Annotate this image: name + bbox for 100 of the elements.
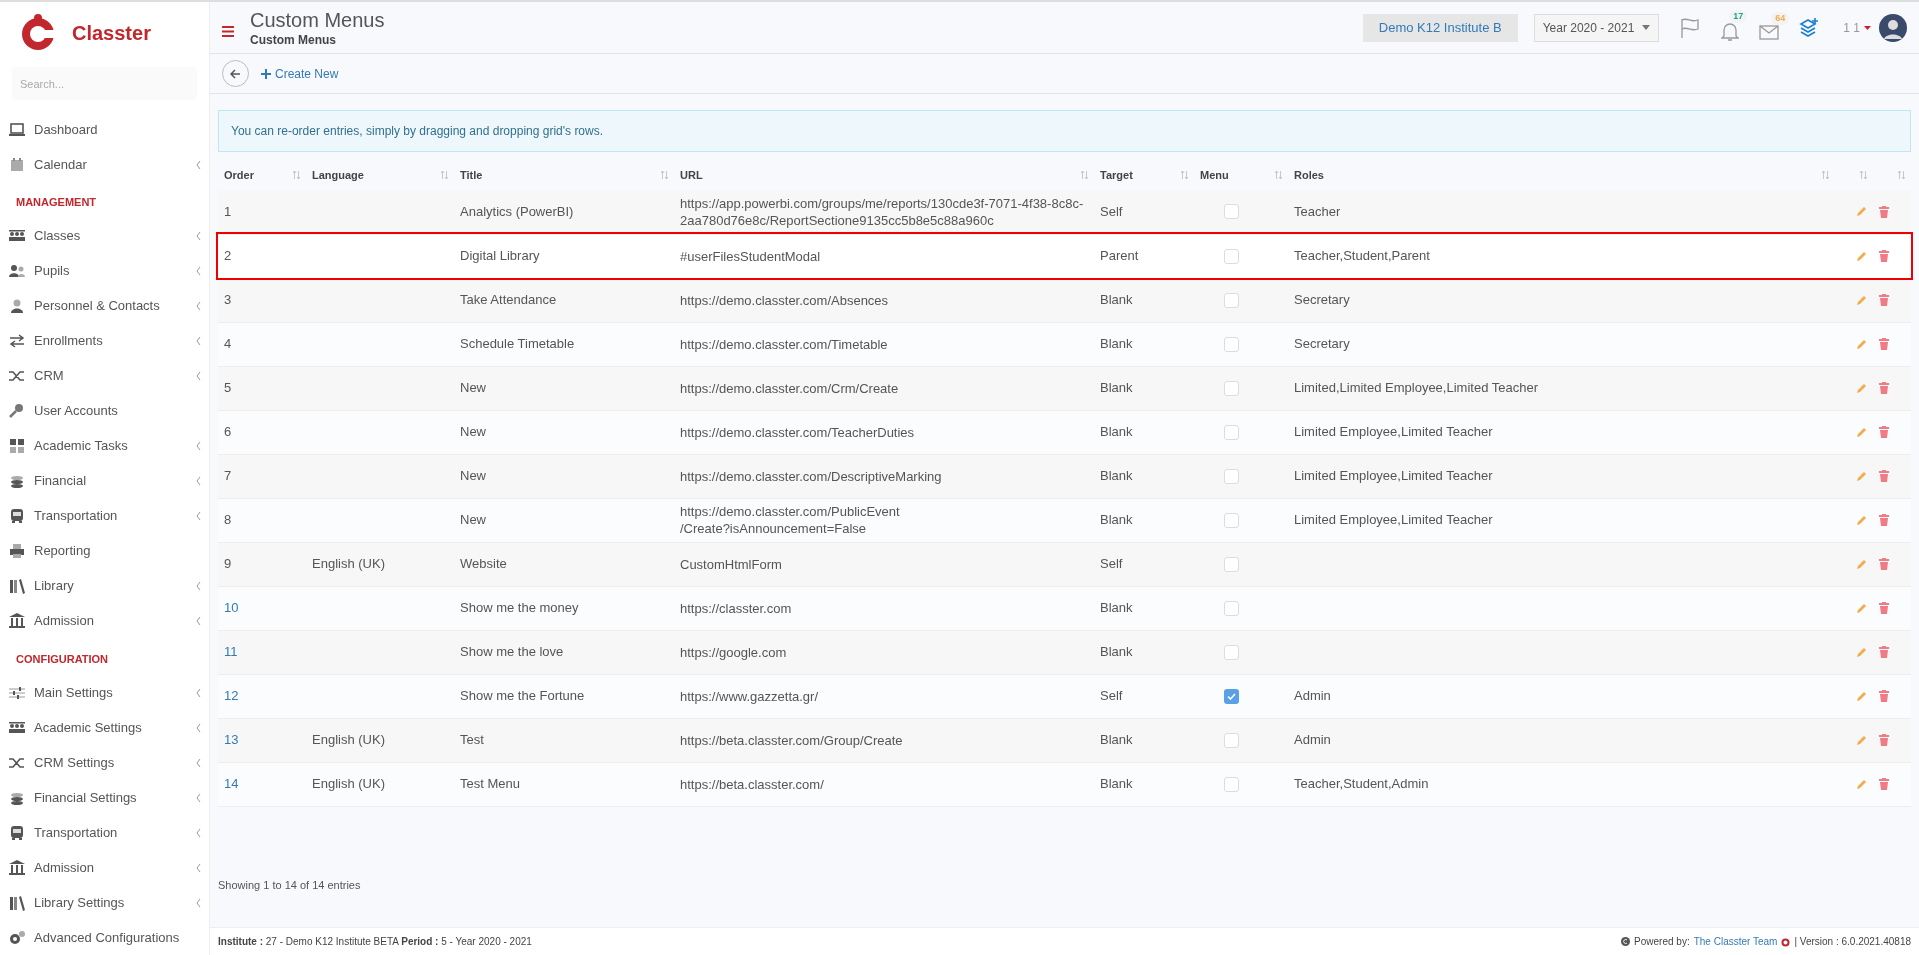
- chevron-left-icon: [196, 267, 201, 275]
- search-field[interactable]: Search...: [12, 67, 197, 100]
- menu-checkbox[interactable]: [1224, 556, 1239, 572]
- sidebar-item[interactable]: Enrollments: [0, 323, 209, 359]
- institute-button[interactable]: Demo K12 Institute B: [1362, 13, 1518, 42]
- pencil-icon[interactable]: [1856, 294, 1867, 306]
- target-cell: Parent: [1100, 248, 1139, 264]
- pencil-icon[interactable]: [1856, 382, 1867, 394]
- sidebar-item[interactable]: User Accounts: [0, 393, 209, 429]
- url-cell: https://demo.classter.com/Absences: [680, 292, 889, 308]
- pencil-icon[interactable]: [1856, 778, 1867, 790]
- sidebar-item[interactable]: Pupils: [0, 253, 209, 289]
- pencil-icon[interactable]: [1856, 206, 1867, 218]
- sidebar-item[interactable]: Advanced Configurations: [0, 920, 209, 955]
- sidebar-item[interactable]: CRM Settings: [0, 745, 209, 780]
- trash-icon[interactable]: [1879, 205, 1889, 218]
- url-cell: https://www.gazzetta.gr/: [680, 688, 818, 704]
- column-header[interactable]: Menu: [1200, 166, 1229, 184]
- sidebar-item[interactable]: CRM: [0, 358, 209, 394]
- sidebar-item[interactable]: Personnel & Contacts: [0, 288, 209, 324]
- sidebar-item[interactable]: Academic Settings: [0, 710, 209, 745]
- year-dropdown[interactable]: Year 2020 - 2021: [1533, 13, 1660, 42]
- trash-icon[interactable]: [1879, 778, 1889, 790]
- avatar-icon[interactable]: [1879, 13, 1907, 42]
- menu-checkbox[interactable]: [1224, 512, 1239, 528]
- sidebar-item[interactable]: Dashboard: [0, 112, 209, 147]
- section-heading: MANAGEMENT: [15, 195, 98, 210]
- chevron-left-icon: [196, 232, 201, 240]
- envelope-icon[interactable]: [1759, 23, 1780, 40]
- title-cell: Show me the love: [460, 644, 564, 660]
- url-cell: https://beta.classter.com/: [680, 776, 824, 792]
- menu-checkbox[interactable]: [1224, 688, 1239, 704]
- sidebar-item[interactable]: Classes: [0, 218, 209, 254]
- layers-plus-icon[interactable]: [1799, 17, 1820, 38]
- target-cell: Blank: [1100, 732, 1133, 748]
- pencil-icon[interactable]: [1856, 646, 1867, 658]
- menu-checkbox[interactable]: [1224, 336, 1239, 352]
- column-header[interactable]: Target: [1100, 166, 1133, 184]
- pencil-icon[interactable]: [1856, 514, 1867, 526]
- target-cell: Self: [1100, 204, 1123, 219]
- trash-icon[interactable]: [1879, 338, 1889, 350]
- sidebar-item[interactable]: Admission: [0, 850, 209, 885]
- sidebar-item[interactable]: Reporting: [0, 533, 209, 569]
- trash-icon[interactable]: [1879, 382, 1889, 394]
- sidebar-item[interactable]: Transportation: [0, 498, 209, 534]
- sidebar-item[interactable]: Admission: [0, 603, 209, 639]
- sidebar-item[interactable]: Library: [0, 568, 209, 604]
- menu-checkbox[interactable]: [1224, 292, 1239, 308]
- flag-icon[interactable]: [1679, 16, 1702, 39]
- pencil-icon[interactable]: [1856, 470, 1867, 482]
- pencil-icon[interactable]: [1856, 250, 1867, 262]
- sidebar-item[interactable]: Main Settings: [0, 675, 209, 710]
- sidebar-item[interactable]: Financial: [0, 463, 209, 499]
- sidebar-item[interactable]: Academic Tasks: [0, 428, 209, 464]
- sidebar-item[interactable]: Library Settings: [0, 885, 209, 920]
- menu-checkbox[interactable]: [1224, 644, 1239, 660]
- roles-cell: Limited Employee,Limited Teacher: [1294, 468, 1493, 484]
- trash-icon[interactable]: [1879, 558, 1889, 570]
- menu-icon[interactable]: [222, 26, 234, 37]
- menu-checkbox[interactable]: [1224, 732, 1239, 748]
- menu-checkbox[interactable]: [1224, 248, 1239, 264]
- trash-icon[interactable]: [1879, 250, 1889, 262]
- column-header[interactable]: Title: [460, 166, 483, 184]
- trash-icon[interactable]: [1879, 514, 1889, 526]
- menu-checkbox[interactable]: [1224, 380, 1239, 396]
- pencil-icon[interactable]: [1856, 734, 1867, 746]
- column-header[interactable]: Order: [224, 166, 254, 184]
- pencil-icon[interactable]: [1856, 426, 1867, 438]
- trash-icon[interactable]: [1879, 646, 1889, 658]
- pencil-icon[interactable]: [1856, 602, 1867, 614]
- menu-checkbox[interactable]: [1224, 468, 1239, 484]
- bus-icon: [8, 823, 26, 842]
- sidebar-item[interactable]: Transportation: [0, 815, 209, 850]
- trash-icon[interactable]: [1879, 690, 1889, 702]
- column-header[interactable]: Roles: [1294, 166, 1324, 184]
- trash-icon[interactable]: [1879, 426, 1889, 438]
- chevron-left-icon: [196, 863, 201, 872]
- bell-icon[interactable]: [1721, 21, 1740, 42]
- caret-icon: [1864, 25, 1871, 30]
- gears-icon: [8, 928, 26, 947]
- sidebar-item[interactable]: Financial Settings: [0, 780, 209, 815]
- title-cell: New: [460, 512, 486, 528]
- team-link[interactable]: The Classter Team: [1693, 934, 1778, 949]
- pencil-icon[interactable]: [1856, 690, 1867, 702]
- pencil-icon[interactable]: [1856, 338, 1867, 350]
- title-cell: Show me the money: [460, 600, 579, 616]
- create-new-button[interactable]: Create New: [261, 64, 339, 83]
- pencil-icon[interactable]: [1856, 558, 1867, 570]
- menu-checkbox[interactable]: [1224, 424, 1239, 440]
- menu-checkbox[interactable]: [1224, 776, 1239, 792]
- column-header[interactable]: URL: [680, 166, 703, 184]
- sidebar-item[interactable]: Calendar: [0, 147, 209, 182]
- sort-icon: [1822, 171, 1829, 179]
- trash-icon[interactable]: [1879, 602, 1889, 614]
- menu-checkbox[interactable]: [1224, 204, 1239, 220]
- trash-icon[interactable]: [1879, 294, 1889, 306]
- column-header[interactable]: Language: [312, 166, 364, 184]
- trash-icon[interactable]: [1879, 470, 1889, 482]
- trash-icon[interactable]: [1879, 734, 1889, 746]
- menu-checkbox[interactable]: [1224, 600, 1239, 616]
